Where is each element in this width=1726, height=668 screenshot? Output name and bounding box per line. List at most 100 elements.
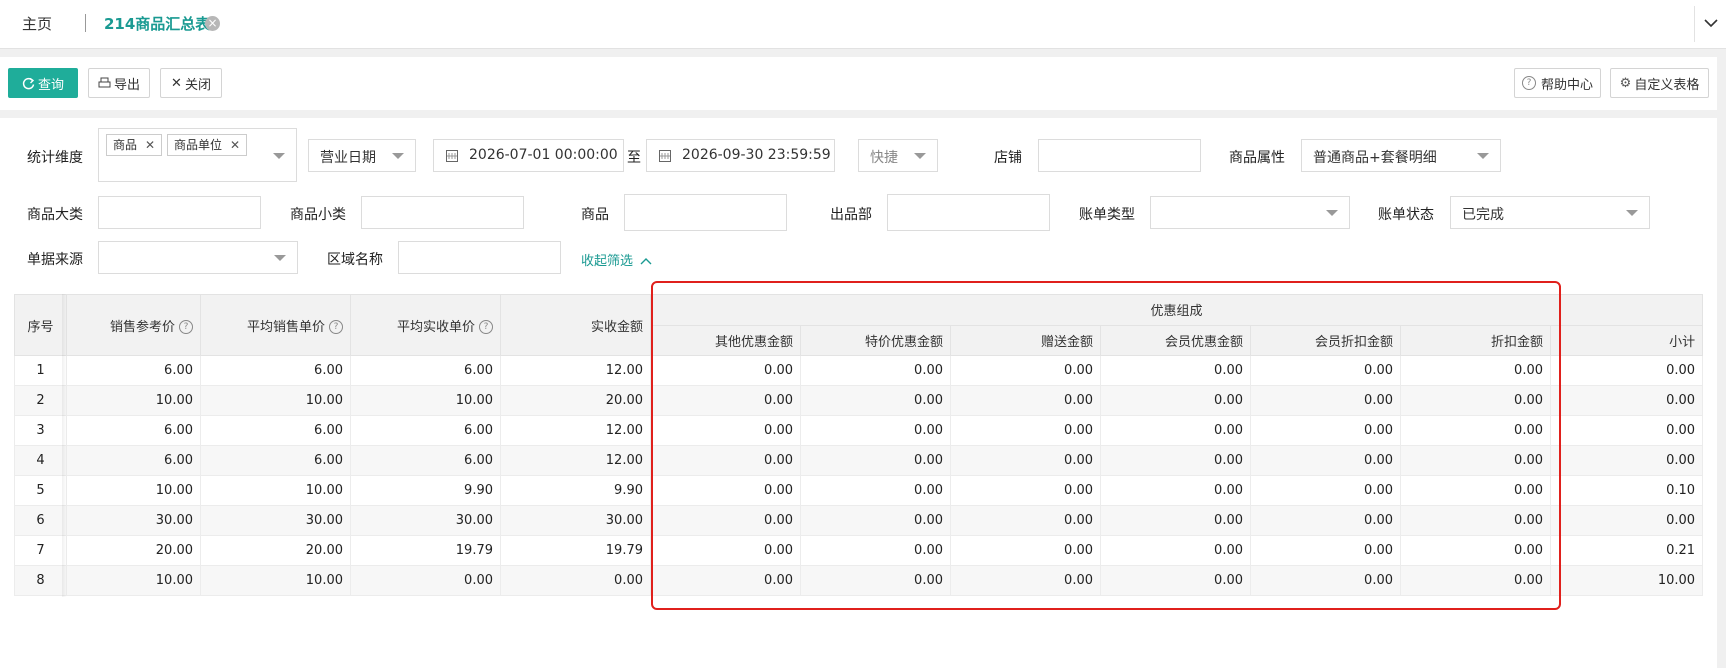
remove-tag-icon[interactable]: ✕ <box>145 138 155 152</box>
tab-home[interactable]: 主页 <box>22 13 52 34</box>
table-cell: 0.00 <box>1549 445 1704 476</box>
col-rebate-header[interactable]: 折扣金额 <box>1400 324 1551 356</box>
dropdown-caret-icon <box>1626 210 1638 216</box>
col-avg-price-header[interactable]: 平均销售单价? <box>200 294 351 356</box>
table-cell: 0.00 <box>800 415 951 446</box>
chevron-down-icon <box>1704 19 1718 28</box>
dimension-tag[interactable]: 商品 ✕ <box>106 134 163 156</box>
query-button[interactable]: 查询 <box>8 68 78 98</box>
dimension-select[interactable]: 商品 ✕ 商品单位 ✕ <box>98 128 297 182</box>
date-start-input[interactable]: 2026-07-01 00:00:00 <box>433 139 624 172</box>
col-special-discount-header[interactable]: 特价优惠金额 <box>800 324 951 356</box>
major-cat-label: 商品大类 <box>27 207 83 223</box>
collapse-filter-link[interactable]: 收起筛选 <box>581 250 652 269</box>
table-cell: 30.00 <box>500 505 651 536</box>
table-row[interactable]: 7 20.00 20.00 19.79 19.79 0.00 0.00 0.00 0.00 0.0… <box>14 535 1704 566</box>
table-cell: 0.00 <box>1100 475 1251 506</box>
bill-type-label: 账单类型 <box>1079 207 1135 223</box>
col-member-discount-header[interactable]: 会员优惠金额 <box>1100 324 1251 356</box>
help-icon[interactable]: ? <box>479 320 493 334</box>
discount-group-header: 优惠组成 <box>649 294 1704 326</box>
close-label: 关闭 <box>184 77 211 93</box>
col-subtotal-header[interactable]: 小计 <box>1549 324 1704 356</box>
col-actual-amount-header[interactable]: 实收金额 <box>500 294 651 356</box>
table-cell: 10.00 <box>66 475 201 506</box>
date-end-input[interactable]: 2026-09-30 23:59:59 <box>646 139 835 172</box>
table-cell: 0.00 <box>1400 385 1551 416</box>
help-center-button[interactable]: ? 帮助中心 <box>1514 68 1601 98</box>
table-cell: 0.00 <box>800 505 951 536</box>
col-member-rebate-header[interactable]: 会员折扣金额 <box>1250 324 1401 356</box>
bill-type-select[interactable] <box>1150 196 1350 229</box>
table-cell: 7 <box>14 535 67 566</box>
table-cell: 0.00 <box>650 505 801 536</box>
shortcut-select[interactable]: 快捷 <box>858 139 938 172</box>
date-range-separator: 至 <box>627 150 641 166</box>
table-cell: 0.00 <box>1250 535 1401 566</box>
table-cell: 0.00 <box>1549 385 1704 416</box>
tab-menu-button[interactable] <box>1694 6 1726 42</box>
table-cell: 0.00 <box>1400 415 1551 446</box>
help-icon[interactable]: ? <box>179 320 193 334</box>
table-row[interactable]: 5 10.00 10.00 9.90 9.90 0.00 0.00 0.00 0.00 0.00 0… <box>14 475 1704 506</box>
table-cell: 9.90 <box>500 475 651 506</box>
dimension-tag[interactable]: 商品单位 ✕ <box>167 134 248 156</box>
bill-status-select[interactable]: 已完成 <box>1450 196 1650 229</box>
table-cell: 0.00 <box>1100 355 1251 386</box>
table-cell: 0.00 <box>1100 535 1251 566</box>
table-cell: 0.00 <box>950 445 1101 476</box>
table-row[interactable]: 3 6.00 6.00 6.00 12.00 0.00 0.00 0.00 0.00 0.00 0.… <box>14 415 1704 446</box>
close-button[interactable]: ✕ 关闭 <box>160 68 222 98</box>
table-cell: 0.00 <box>950 385 1101 416</box>
table-cell: 0.00 <box>800 385 951 416</box>
table-row[interactable]: 8 10.00 10.00 0.00 0.00 0.00 0.00 0.00 0.00 0.00 0… <box>14 565 1704 596</box>
tab-product-summary[interactable]: 214商品汇总表 <box>104 13 210 34</box>
date-type-select[interactable]: 营业日期 <box>308 139 416 172</box>
col-avg-actual-header[interactable]: 平均实收单价? <box>350 294 501 356</box>
header-label: 销售参考价 <box>109 319 175 335</box>
major-cat-input[interactable] <box>98 196 261 229</box>
table-cell: 30.00 <box>66 505 201 536</box>
table-cell: 12.00 <box>500 445 651 476</box>
table-row[interactable]: 1 6.00 6.00 6.00 12.00 0.00 0.00 0.00 0.00 0.00 0.… <box>14 355 1704 386</box>
table-cell: 0.00 <box>1549 505 1704 536</box>
summary-table: 序号 销售参考价? 平均销售单价? 平均实收单价? 实收金额 优惠组成 其他优惠… <box>14 294 1704 596</box>
remove-tag-icon[interactable]: ✕ <box>230 138 240 152</box>
col-other-discount-header[interactable]: 其他优惠金额 <box>650 324 801 356</box>
custom-table-button[interactable]: ⚙ 自定义表格 <box>1610 68 1709 98</box>
close-tab-icon[interactable]: × <box>205 16 220 31</box>
dept-input[interactable] <box>887 194 1050 231</box>
table-cell: 0.00 <box>1100 385 1251 416</box>
table-cell: 0.00 <box>950 565 1101 596</box>
table-row[interactable]: 2 10.00 10.00 10.00 20.00 0.00 0.00 0.00 0.00 0.0… <box>14 385 1704 416</box>
header-label: 折扣金额 <box>1490 334 1543 350</box>
help-icon[interactable]: ? <box>329 320 343 334</box>
table-cell: 0.00 <box>650 535 801 566</box>
dropdown-caret-icon <box>1477 153 1489 159</box>
table-cell: 0.00 <box>1400 535 1551 566</box>
date-type-value: 营业日期 <box>320 150 376 166</box>
attr-select[interactable]: 普通商品+套餐明细 <box>1301 139 1501 172</box>
store-input[interactable] <box>1038 139 1201 172</box>
header-label: 实收金额 <box>590 319 643 335</box>
table-row[interactable]: 4 6.00 6.00 6.00 12.00 0.00 0.00 0.00 0.00 0.00 0.… <box>14 445 1704 476</box>
export-label: 导出 <box>113 77 140 93</box>
col-gift-amount-header[interactable]: 赠送金额 <box>950 324 1101 356</box>
header-label: 平均销售单价 <box>246 319 325 335</box>
table-cell: 4 <box>14 445 67 476</box>
table-cell: 5 <box>14 475 67 506</box>
table-cell: 0.00 <box>1549 415 1704 446</box>
minor-cat-input[interactable] <box>361 196 524 229</box>
table-cell: 6.00 <box>66 445 201 476</box>
table-cell: 0.00 <box>500 565 651 596</box>
export-button[interactable]: 导出 <box>88 68 150 98</box>
source-select[interactable] <box>98 241 298 274</box>
col-ref-price-header[interactable]: 销售参考价? <box>66 294 201 356</box>
goods-input[interactable] <box>624 194 787 231</box>
area-input[interactable] <box>398 241 561 274</box>
table-cell: 0.00 <box>1250 385 1401 416</box>
tab-bar: 主页 214商品汇总表 × <box>0 0 1726 49</box>
table-cell: 0.00 <box>650 385 801 416</box>
table-row[interactable]: 6 30.00 30.00 30.00 30.00 0.00 0.00 0.00 0.00 0.0… <box>14 505 1704 536</box>
table-cell: 0.00 <box>1100 565 1251 596</box>
